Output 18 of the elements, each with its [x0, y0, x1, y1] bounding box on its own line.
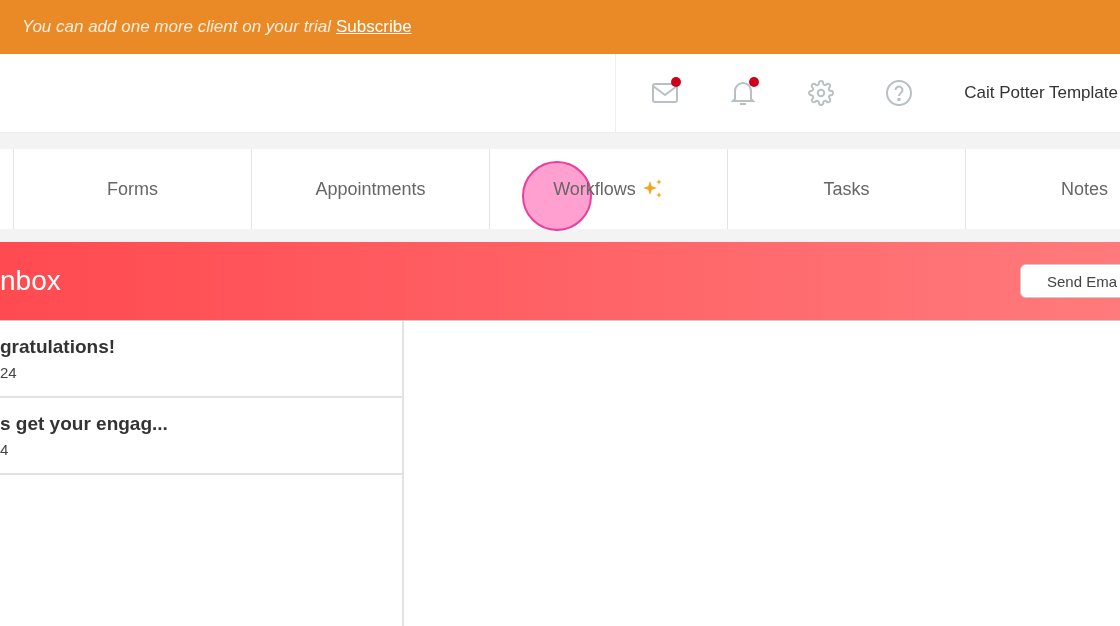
account-name[interactable]: Cait Potter Template [964, 83, 1118, 103]
mail-icon [651, 81, 680, 105]
message-subject: s get your engag... [0, 413, 169, 435]
message-date: 4 [0, 441, 10, 458]
settings-icon [808, 80, 835, 106]
message-row[interactable]: s get your engag... 4 [0, 398, 402, 475]
nav-tab[interactable]: Tasks [727, 149, 965, 229]
message-date: 24 [0, 364, 18, 381]
nav-tab[interactable]: Notes [965, 149, 1120, 229]
bell-icon [730, 79, 757, 107]
message-row[interactable]: gratulations! 24 [0, 321, 402, 398]
nav-tab[interactable]: Forms [13, 149, 251, 229]
message-subject: gratulations! [0, 336, 117, 358]
send-email-button[interactable]: Send Ema [1020, 264, 1120, 298]
trial-message: You can add one more client on your trial [22, 17, 332, 37]
help-icon [885, 79, 914, 107]
nav-tab[interactable]: Appointments [251, 149, 489, 229]
inbox-title: nbox [0, 265, 61, 297]
